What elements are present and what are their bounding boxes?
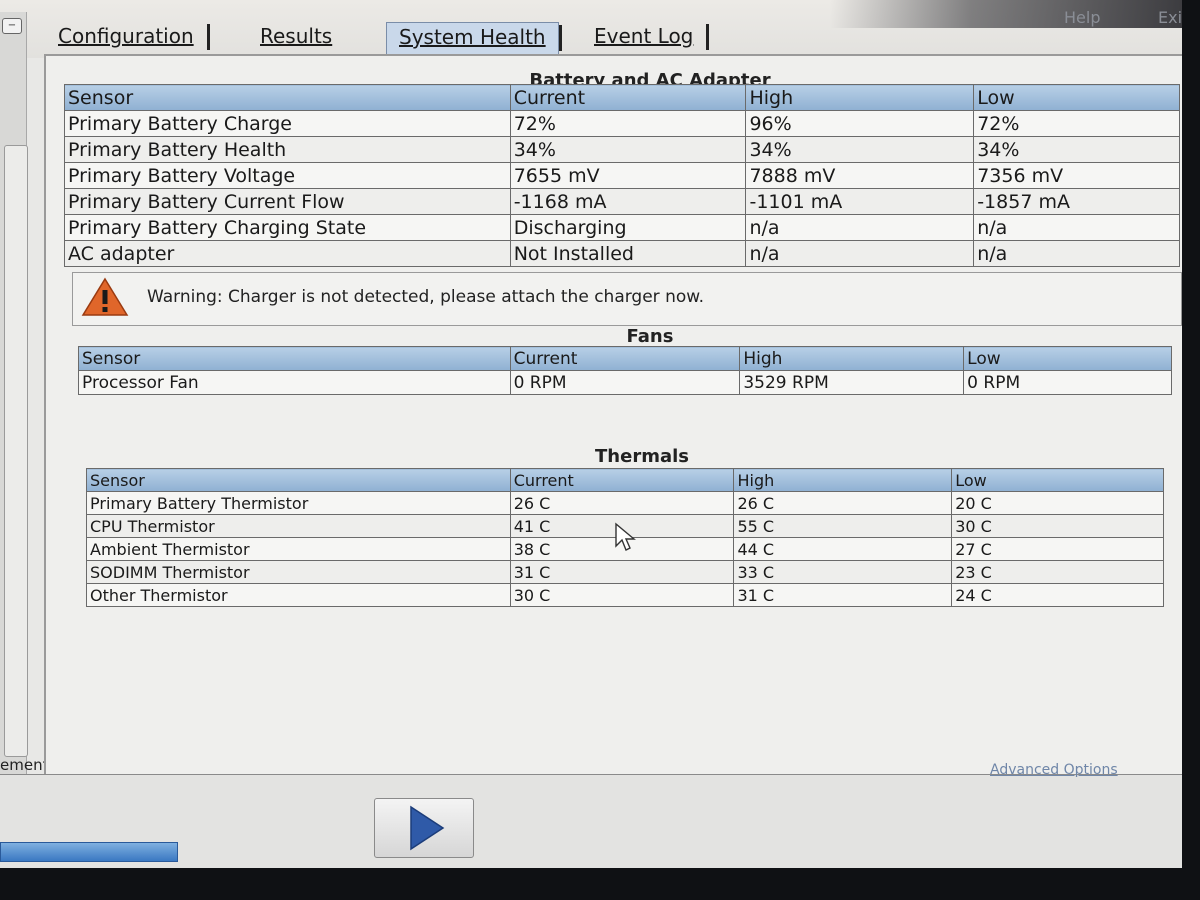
cell-low: 20 C xyxy=(951,491,1164,515)
cell-high: 3529 RPM xyxy=(739,370,965,395)
cell-high: 7888 mV xyxy=(745,162,975,189)
cell-high: 44 C xyxy=(733,537,953,561)
cell-current: 30 C xyxy=(509,583,735,607)
table-row[interactable]: Primary Battery Charging State Dischargin… xyxy=(64,214,1180,241)
cell-current: 26 C xyxy=(509,491,735,515)
column-header-sensor[interactable]: Sensor xyxy=(64,84,511,111)
column-header-low[interactable]: Low xyxy=(973,84,1180,111)
table-row[interactable]: Primary Battery Thermistor 26 C 26 C 20 C xyxy=(86,491,1164,515)
cell-high: 33 C xyxy=(733,560,953,584)
advanced-options-link[interactable]: Advanced Options xyxy=(990,762,1118,778)
column-header-current[interactable]: Current xyxy=(509,468,735,492)
cell-current: 34% xyxy=(509,136,747,163)
mouse-cursor-icon xyxy=(615,522,636,551)
help-link[interactable]: Help xyxy=(1064,8,1100,27)
warning-message: Warning: Charger is not detected, please… xyxy=(147,287,704,307)
tab-system-health[interactable]: System Health xyxy=(386,22,562,57)
top-bar-shade xyxy=(830,0,1182,28)
cell-high: 31 C xyxy=(733,583,953,607)
table-row[interactable]: Primary Battery Voltage 7655 mV 7888 mV 735… xyxy=(64,162,1180,189)
left-scrollbar[interactable] xyxy=(4,145,28,757)
cell-high: n/a xyxy=(745,214,975,241)
table-row[interactable]: Primary Battery Health 34% 34% 34% xyxy=(64,136,1180,163)
collapse-icon[interactable]: − xyxy=(2,18,22,34)
column-header-low[interactable]: Low xyxy=(951,468,1164,492)
tab-bar: Configuration Results System Health Even… xyxy=(40,20,760,57)
cell-low: 24 C xyxy=(951,583,1164,607)
cell-low: 72% xyxy=(973,110,1180,137)
cell-sensor: Primary Battery Charge xyxy=(64,110,511,137)
column-header-high[interactable]: High xyxy=(739,346,965,371)
cell-current: 31 C xyxy=(509,560,735,584)
cell-high: 34% xyxy=(745,136,975,163)
table-row[interactable]: Primary Battery Current Flow -1168 mA -110… xyxy=(64,188,1180,215)
cell-high: n/a xyxy=(745,240,975,267)
cell-sensor: CPU Thermistor xyxy=(86,514,511,538)
tab-configuration[interactable]: Configuration xyxy=(46,22,210,56)
fans-table: Sensor Current High Low Processor Fan 0 R… xyxy=(78,346,1172,395)
cell-sensor: Other Thermistor xyxy=(86,583,511,607)
cell-current: -1168 mA xyxy=(509,188,747,215)
cell-sensor: Ambient Thermistor xyxy=(86,537,511,561)
cell-high: -1101 mA xyxy=(745,188,975,215)
cell-low: 34% xyxy=(973,136,1180,163)
screen: Help Exit − ement ▼ Configuration Result… xyxy=(0,0,1182,868)
cell-low: 7356 mV xyxy=(973,162,1180,189)
cell-sensor: Processor Fan xyxy=(78,370,511,395)
column-header-sensor[interactable]: Sensor xyxy=(78,346,511,371)
cell-current: Not Installed xyxy=(509,240,747,267)
fans-section-title: Fans xyxy=(626,326,674,347)
cell-current: Discharging xyxy=(509,214,747,241)
cell-low: 0 RPM xyxy=(963,370,1172,395)
cell-sensor: Primary Battery Voltage xyxy=(64,162,511,189)
cell-sensor: AC adapter xyxy=(64,240,511,267)
cell-current: 72% xyxy=(509,110,747,137)
cell-sensor: Primary Battery Thermistor xyxy=(86,491,511,515)
table-header-row: Sensor Current High Low xyxy=(78,346,1172,371)
cell-high: 26 C xyxy=(733,491,953,515)
cell-sensor: Primary Battery Health xyxy=(64,136,511,163)
cell-high: 55 C xyxy=(733,514,953,538)
table-row[interactable]: Other Thermistor 30 C 31 C 24 C xyxy=(86,583,1164,607)
play-icon xyxy=(410,805,445,851)
warning-icon xyxy=(81,277,129,316)
tab-event-log[interactable]: Event Log xyxy=(582,22,710,56)
table-row[interactable]: SODIMM Thermistor 31 C 33 C 23 C xyxy=(86,560,1164,584)
tab-results[interactable]: Results xyxy=(248,22,344,56)
side-panel-label: ement xyxy=(0,756,49,774)
column-header-low[interactable]: Low xyxy=(963,346,1172,371)
thermals-section-title: Thermals xyxy=(595,446,689,467)
cell-sensor: Primary Battery Charging State xyxy=(64,214,511,241)
table-header-row: Sensor Current High Low xyxy=(86,468,1164,492)
cell-high: 96% xyxy=(745,110,975,137)
column-header-sensor[interactable]: Sensor xyxy=(86,468,511,492)
table-row[interactable]: AC adapter Not Installed n/a n/a xyxy=(64,240,1180,267)
table-row[interactable]: Primary Battery Charge 72% 96% 72% xyxy=(64,110,1180,137)
charger-warning: Warning: Charger is not detected, please… xyxy=(72,272,1182,326)
cell-low: -1857 mA xyxy=(973,188,1180,215)
table-row[interactable]: Processor Fan 0 RPM 3529 RPM 0 RPM xyxy=(78,370,1172,395)
progress-bar xyxy=(0,842,178,862)
battery-table: Sensor Current High Low Primary Battery … xyxy=(64,84,1180,267)
run-tests-button[interactable] xyxy=(374,798,474,858)
cell-sensor: SODIMM Thermistor xyxy=(86,560,511,584)
column-header-high[interactable]: High xyxy=(745,84,975,111)
cell-low: 27 C xyxy=(951,537,1164,561)
cell-low: 23 C xyxy=(951,560,1164,584)
column-header-current[interactable]: Current xyxy=(509,346,741,371)
cell-low: 30 C xyxy=(951,514,1164,538)
cell-current: 0 RPM xyxy=(509,370,741,395)
cell-sensor: Primary Battery Current Flow xyxy=(64,188,511,215)
cell-low: n/a xyxy=(973,214,1180,241)
column-header-high[interactable]: High xyxy=(733,468,953,492)
exit-link[interactable]: Exit xyxy=(1158,8,1182,27)
cell-low: n/a xyxy=(973,240,1180,267)
cell-current: 7655 mV xyxy=(509,162,747,189)
table-header-row: Sensor Current High Low xyxy=(64,84,1180,111)
column-header-current[interactable]: Current xyxy=(509,84,747,111)
